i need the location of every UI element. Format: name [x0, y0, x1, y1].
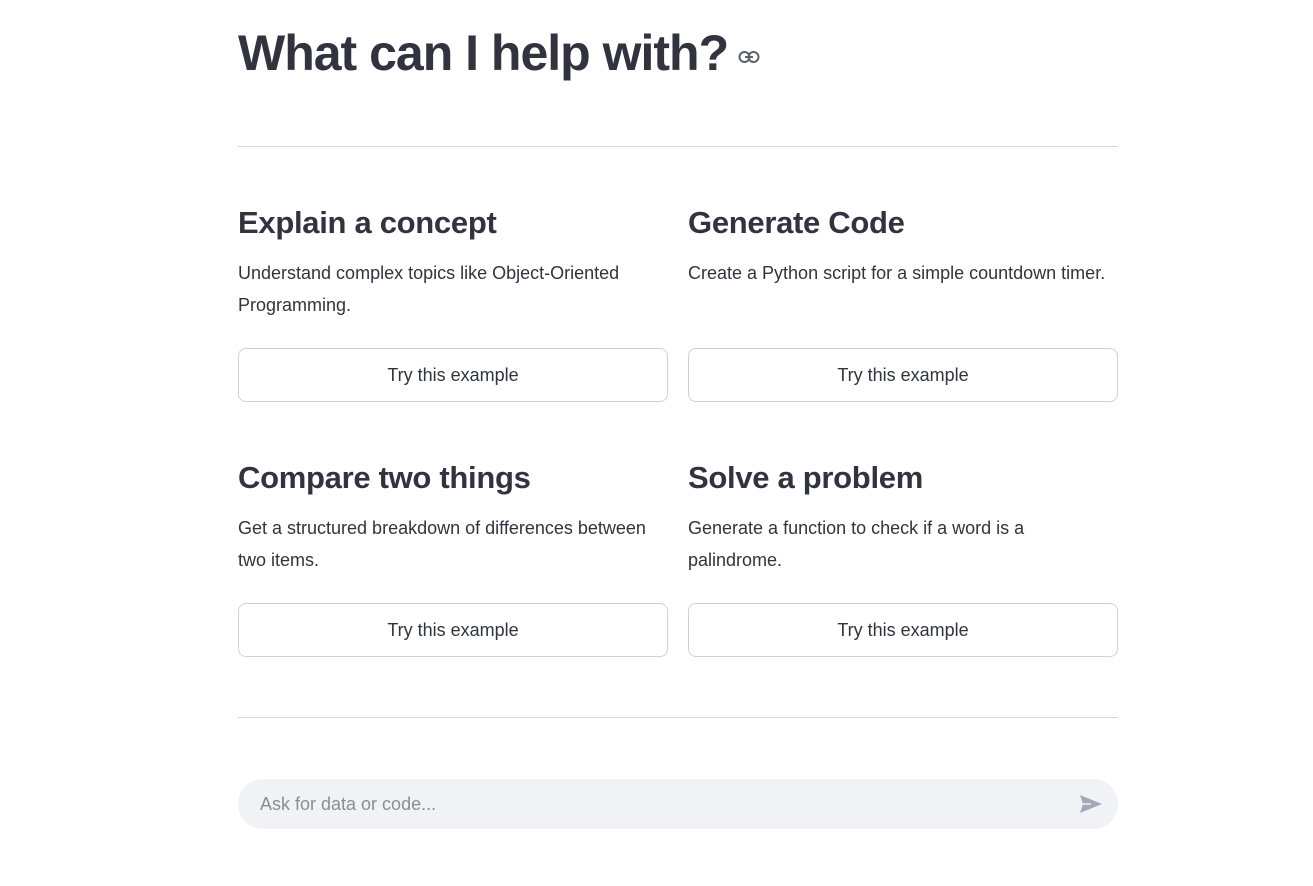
link-icon[interactable]	[738, 46, 760, 68]
page-title: What can I help with?	[238, 25, 729, 81]
send-icon[interactable]	[1078, 791, 1104, 817]
card-title: Explain a concept	[238, 205, 497, 240]
card-title: Generate Code	[688, 205, 905, 240]
example-card-compare: Compare two things Get a structured brea…	[238, 458, 668, 658]
try-example-button[interactable]: Try this example	[688, 603, 1118, 657]
try-example-button[interactable]: Try this example	[238, 348, 668, 402]
chat-input[interactable]	[258, 783, 1062, 825]
example-card-solve: Solve a problem Generate a function to c…	[688, 458, 1118, 658]
card-title: Compare two things	[238, 460, 531, 495]
title-row: What can I help with?	[238, 18, 760, 88]
card-description: Understand complex topics like Object-Or…	[238, 263, 620, 315]
try-example-button[interactable]: Try this example	[238, 603, 668, 657]
chat-input-container	[238, 779, 1118, 829]
card-title: Solve a problem	[688, 460, 923, 495]
bottom-divider	[238, 717, 1118, 718]
card-description: Create a Python script for a simple coun…	[688, 263, 1106, 283]
example-card-generate-code: Generate Code Create a Python script for…	[688, 203, 1118, 403]
top-divider	[238, 146, 1118, 147]
card-description: Generate a function to check if a word i…	[688, 518, 1025, 570]
card-description: Get a structured breakdown of difference…	[238, 518, 646, 570]
try-example-button[interactable]: Try this example	[688, 348, 1118, 402]
example-card-explain: Explain a concept Understand complex top…	[238, 203, 668, 403]
